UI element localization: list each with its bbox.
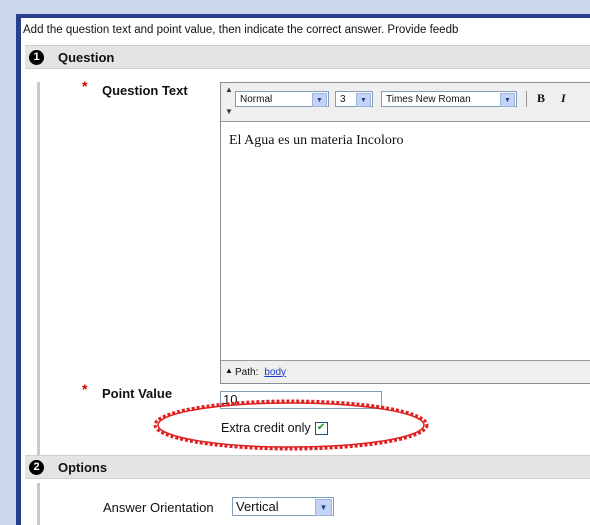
question-text-label: Question Text	[102, 83, 188, 98]
required-marker: *	[82, 381, 88, 397]
question-form-panel: Add the question text and point value, t…	[21, 18, 590, 525]
chevron-down-icon: ▼	[312, 93, 327, 107]
editor-status-bar: ▲ Path: body	[221, 360, 590, 383]
required-marker: *	[82, 78, 88, 94]
toolbar-expand-icon[interactable]: ▼	[225, 107, 233, 116]
toolbar-grip-icon: ▲	[225, 85, 233, 94]
step-number-2: 2	[29, 459, 44, 475]
question-text-content[interactable]: El Agua es un materia Incoloro	[229, 133, 404, 149]
answer-orientation-label: Answer Orientation	[103, 500, 214, 515]
answer-orientation-select[interactable]: Vertical ▼	[232, 497, 334, 516]
chevron-down-icon: ▼	[315, 499, 332, 516]
toolbar-divider	[526, 91, 527, 107]
section-title-question: Question	[58, 49, 115, 65]
answer-orientation-value: Vertical	[236, 499, 279, 514]
chevron-down-icon: ▼	[356, 93, 371, 107]
section-title-options: Options	[58, 459, 108, 475]
editor-toolbar: ▲ ▼ Normal ▼ 3 ▼ Times New Roman ▼ B I	[221, 83, 590, 122]
section-bracket	[37, 483, 48, 525]
font-family-select[interactable]: Times New Roman ▼	[381, 91, 517, 107]
paragraph-style-select[interactable]: Normal ▼	[235, 91, 329, 107]
font-size-value: 3	[340, 93, 346, 105]
highlight-circle-annotation	[153, 399, 429, 451]
instructions-text: Add the question text and point value, t…	[23, 24, 459, 36]
rich-text-editor: ▲ ▼ Normal ▼ 3 ▼ Times New Roman ▼ B I E…	[220, 82, 590, 384]
font-family-value: Times New Roman	[386, 93, 471, 105]
section-options-header: 2 Options	[25, 455, 590, 479]
section-bracket	[37, 82, 48, 462]
path-label: Path:	[235, 366, 259, 378]
path-body-link[interactable]: body	[264, 367, 286, 378]
step-number-1: 1	[29, 49, 44, 65]
paragraph-style-value: Normal	[240, 93, 273, 105]
bold-button[interactable]: B	[537, 91, 545, 106]
section-question-header: 1 Question	[25, 45, 590, 69]
status-grip-icon: ▲	[225, 366, 233, 375]
italic-button[interactable]: I	[561, 91, 566, 106]
chevron-down-icon: ▼	[500, 93, 515, 107]
font-size-select[interactable]: 3 ▼	[335, 91, 373, 107]
